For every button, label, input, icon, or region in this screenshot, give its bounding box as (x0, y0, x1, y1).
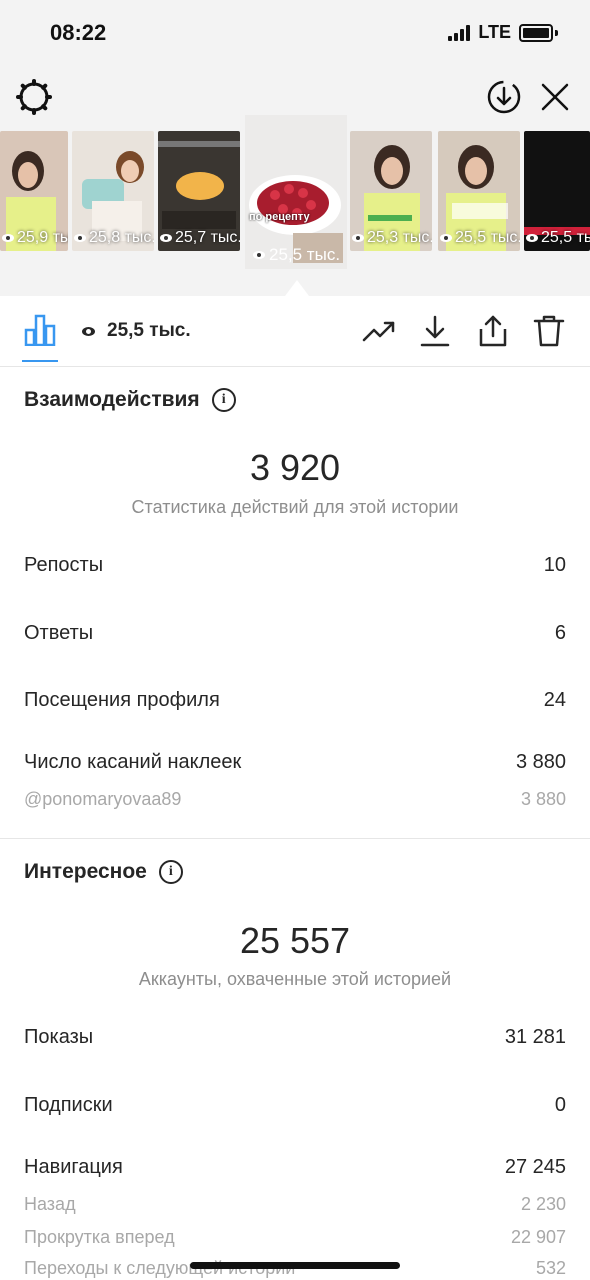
story-thumbnail[interactable]: 25,8 тыс. (72, 131, 154, 251)
stat-row-follows: Подписки 0 (24, 1094, 566, 1116)
discovery-total: 25 557 (239, 920, 351, 961)
trash-icon[interactable] (532, 314, 566, 348)
story-text-overlay: по рецепту (249, 211, 310, 223)
gear-icon[interactable] (16, 79, 52, 115)
insights-toolbar: 25,5 тыс. (0, 296, 590, 367)
story-views-count: 25,5 тыс. (82, 320, 191, 342)
stat-row-back: Назад 2 230 (24, 1194, 566, 1214)
status-indicators: LTE (448, 22, 558, 43)
story-thumbnail[interactable]: 25,9 тыс. (0, 131, 68, 251)
section-divider (0, 838, 590, 839)
eye-icon (440, 234, 452, 242)
save-story-icon[interactable] (486, 79, 522, 115)
stat-row-navigation: Навигация 27 245 (24, 1156, 566, 1178)
selection-pointer (285, 280, 309, 296)
stat-row-forward: Прокрутка вперед 22 907 (24, 1227, 566, 1247)
close-icon[interactable] (540, 82, 570, 112)
stat-row-replies: Ответы 6 (24, 622, 566, 644)
stat-row-profile-visits: Посещения профиля 24 (24, 689, 566, 711)
interactions-total: 3 920 (249, 447, 341, 488)
stat-row-sticker-account[interactable]: @ponomaryovaa89 3 880 (24, 789, 566, 810)
eye-icon (352, 234, 364, 242)
download-icon[interactable] (418, 314, 452, 348)
status-time: 08:22 (50, 20, 107, 45)
status-bar: 08:22 LTE (0, 0, 590, 66)
signal-icon (448, 24, 471, 41)
info-icon[interactable]: i (158, 860, 183, 884)
story-thumbnail[interactable]: 25,7 тыс. (158, 131, 240, 251)
discovery-caption: Аккаунты, охваченные этой историей (138, 969, 452, 989)
active-tab-indicator (22, 360, 58, 362)
bar-chart-icon[interactable] (24, 314, 56, 346)
info-icon[interactable]: i (211, 388, 236, 412)
share-icon[interactable] (476, 314, 510, 348)
eye-icon (74, 234, 86, 242)
stat-row-impressions: Показы 31 281 (24, 1026, 566, 1048)
network-label: LTE (478, 22, 511, 42)
eye-icon (526, 234, 538, 242)
battery-icon (519, 23, 553, 42)
eye-icon (160, 234, 172, 242)
discovery-title: Интересное i (24, 860, 183, 884)
interactions-caption: Статистика действий для этой истории (131, 497, 459, 517)
story-thumbnail[interactable]: 25,5 тыс. (524, 131, 590, 251)
trending-icon[interactable] (362, 314, 396, 348)
selected-story-thumbnail[interactable]: по рецепту 25,5 тыс. (245, 115, 347, 269)
story-thumbnail[interactable]: 25,5 тыс. (438, 131, 520, 251)
story-thumbnail[interactable]: 25,3 тыс. (350, 131, 432, 251)
interactions-title: Взаимодействия i (24, 388, 236, 412)
stat-row-reposts: Репосты 10 (24, 554, 566, 576)
eye-icon (253, 251, 265, 259)
eye-icon (82, 326, 95, 336)
eye-icon (2, 234, 14, 242)
stat-row-sticker-taps: Число касаний наклеек 3 880 (24, 751, 566, 773)
home-indicator[interactable] (190, 1262, 400, 1269)
